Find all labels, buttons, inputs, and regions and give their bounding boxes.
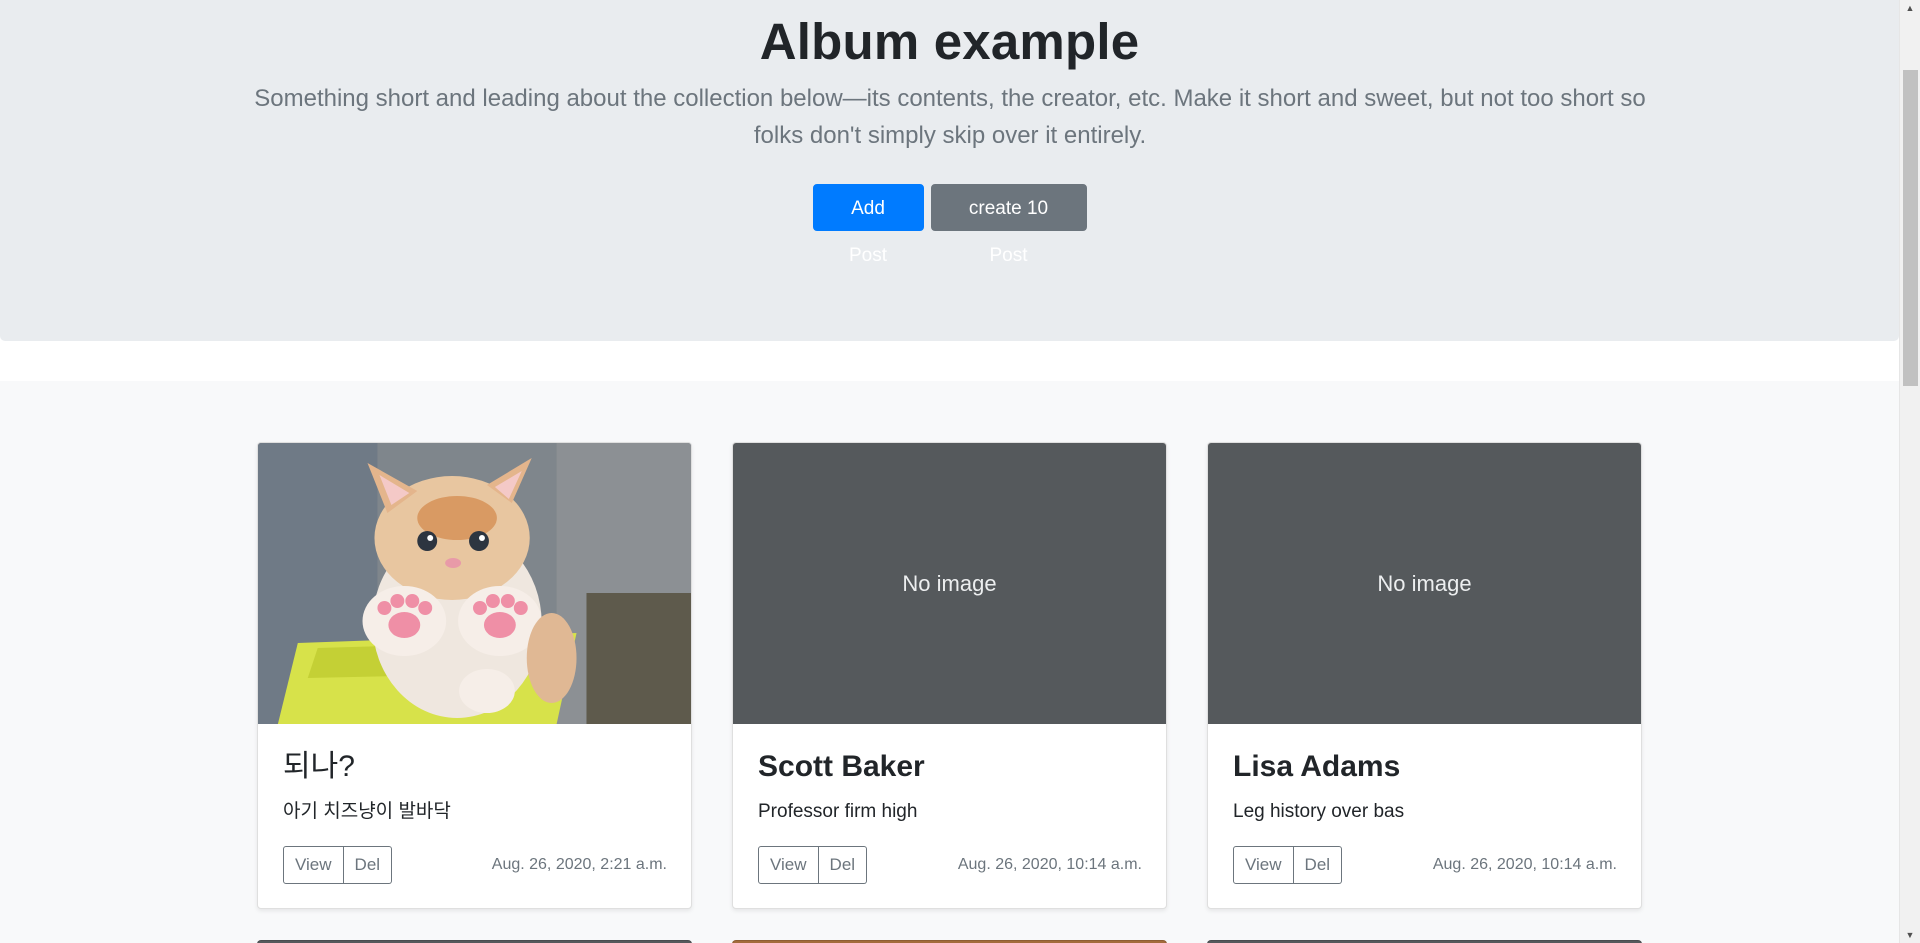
no-image-label: No image (1377, 570, 1472, 596)
card-actions: View Del (758, 846, 868, 884)
scroll-down-arrow-icon[interactable]: ▼ (1900, 927, 1920, 943)
post-card: No image Lisa Adams Leg history over bas… (1207, 442, 1642, 909)
card-text: 아기 치즈냥이 발바닥 (283, 801, 451, 822)
delete-button[interactable]: Del (818, 846, 868, 884)
image-placeholder: No image (733, 443, 1166, 724)
card-actions: View Del (1233, 846, 1343, 884)
post-card: No image Scott Baker Professor firm high… (732, 442, 1167, 909)
card-title: Scott Baker (758, 750, 925, 783)
lead-text: Something short and leading about the co… (254, 85, 1646, 149)
scroll-up-arrow-icon[interactable]: ▲ (1900, 0, 1920, 16)
view-button[interactable]: View (283, 846, 344, 884)
view-button[interactable]: View (1233, 846, 1294, 884)
create-10-post-button[interactable]: create 10 Post (930, 184, 1087, 266)
scrollbar-thumb[interactable] (1903, 70, 1918, 386)
kitten-illustration (258, 443, 691, 724)
card-date: Aug. 26, 2020, 10:14 a.m. (957, 856, 1142, 873)
delete-button[interactable]: Del (1293, 846, 1343, 884)
card-title: Lisa Adams (1233, 750, 1401, 783)
card-text: Professor firm high (758, 801, 918, 822)
post-card: 되나? 아기 치즈냥이 발바닥 View Del Aug. 26, 2020, … (257, 442, 692, 909)
card-text: Leg history over bas (1233, 801, 1405, 822)
image-placeholder: No image (1208, 443, 1641, 724)
delete-button[interactable]: Del (343, 846, 393, 884)
viewport: Album example Something short and leadin… (0, 0, 1899, 943)
page: Album example Something short and leadin… (0, 0, 1920, 943)
card-actions: View Del (283, 846, 393, 884)
card-date: Aug. 26, 2020, 10:14 a.m. (1432, 856, 1617, 873)
vertical-scrollbar[interactable]: ▲ ▼ (1899, 0, 1920, 943)
kitten-photo (258, 443, 691, 724)
add-post-button[interactable]: Add Post (812, 184, 924, 266)
view-button[interactable]: View (758, 846, 819, 884)
page-title: Album example (759, 13, 1140, 70)
jumbotron: Album example Something short and leadin… (0, 0, 1899, 341)
card-date: Aug. 26, 2020, 2:21 a.m. (491, 856, 667, 873)
no-image-label: No image (902, 570, 997, 596)
card-title: 되나? (283, 750, 355, 783)
jumbotron-actions: Add Post create 10 Post (0, 184, 1899, 266)
